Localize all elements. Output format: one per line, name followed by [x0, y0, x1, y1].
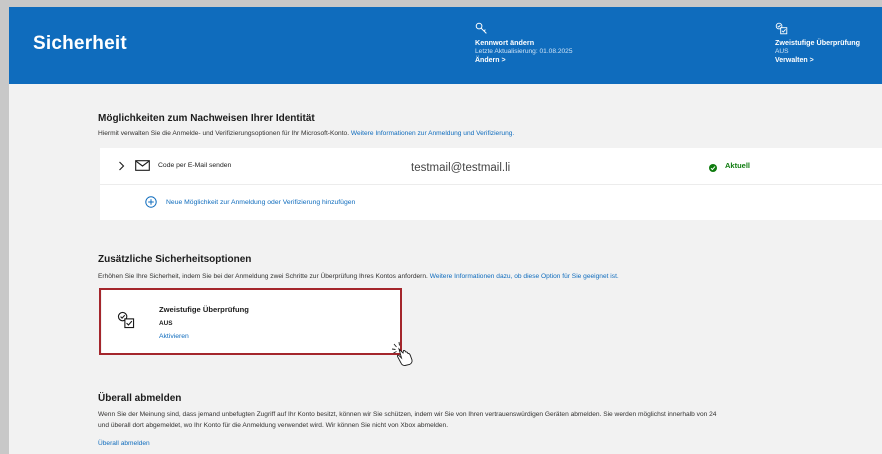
method-row-email[interactable]: Code per E-Mail senden testmail@testmail…: [100, 148, 882, 184]
change-password-link[interactable]: Ändern >: [475, 56, 573, 65]
signout-everywhere-link[interactable]: Überall abmelden: [98, 440, 150, 447]
change-password-card[interactable]: Kennwort ändern Letzte Aktualisierung: 0…: [475, 22, 573, 65]
change-password-title: Kennwort ändern: [475, 38, 535, 47]
two-step-header-title: Zweistufige Überprüfung: [775, 38, 861, 47]
method-label: Code per E-Mail senden: [158, 162, 232, 169]
two-step-header-status: AUS: [775, 48, 789, 55]
identity-section-desc: Hiermit verwalten Sie die Anmelde- und V…: [98, 130, 514, 137]
two-step-icon: [775, 22, 788, 35]
identity-desc-text: Hiermit verwalten Sie die Anmelde- und V…: [98, 130, 350, 137]
identity-section-title: Möglichkeiten zum Nachweisen Ihrer Ident…: [98, 113, 315, 124]
add-circle-icon: [145, 196, 157, 208]
signout-desc-line1: Wenn Sie der Meinung sind, dass jemand u…: [98, 411, 717, 418]
highlight-box: [99, 288, 402, 355]
add-method-link[interactable]: Neue Möglichkeit zur Anmeldung oder Veri…: [166, 199, 355, 206]
chevron-right-icon[interactable]: [118, 161, 125, 171]
current-status-icon: [709, 164, 717, 172]
page-frame: Sicherheit Kennwort ändern Letzte Aktual…: [9, 7, 882, 454]
manage-two-step-link[interactable]: Verwalten >: [775, 56, 860, 65]
additional-desc-text: Erhöhen Sie Ihre Sicherheit, indem Sie b…: [98, 273, 428, 280]
password-last-updated: Letzte Aktualisierung: 01.08.2025: [475, 48, 573, 55]
two-step-header-card[interactable]: Zweistufige Überprüfung AUS Verwalten >: [775, 22, 860, 65]
hand-pointer-icon: [391, 341, 413, 366]
signout-desc-line2: und überall dort abgemeldet, wo Ihr Kont…: [98, 422, 449, 429]
method-status: Aktuell: [725, 161, 751, 170]
additional-section-desc: Erhöhen Sie Ihre Sicherheit, indem Sie b…: [98, 273, 619, 280]
identity-learn-more-link[interactable]: Weitere Informationen zur Anmeldung und …: [351, 130, 514, 137]
add-method-row[interactable]: Neue Möglichkeit zur Anmeldung oder Veri…: [100, 185, 882, 220]
signout-section-title: Überall abmelden: [98, 393, 182, 404]
additional-learn-more-link[interactable]: Weitere Informationen dazu, ob diese Opt…: [430, 273, 619, 280]
additional-section-title: Zusätzliche Sicherheitsoptionen: [98, 254, 252, 265]
page-title: Sicherheit: [33, 33, 127, 54]
identity-methods-card: Code per E-Mail senden testmail@testmail…: [100, 148, 882, 220]
mail-icon: [135, 160, 150, 171]
key-icon: [475, 22, 487, 34]
method-email-value: testmail@testmail.li: [411, 162, 511, 174]
page-header: Sicherheit Kennwort ändern Letzte Aktual…: [9, 7, 882, 84]
